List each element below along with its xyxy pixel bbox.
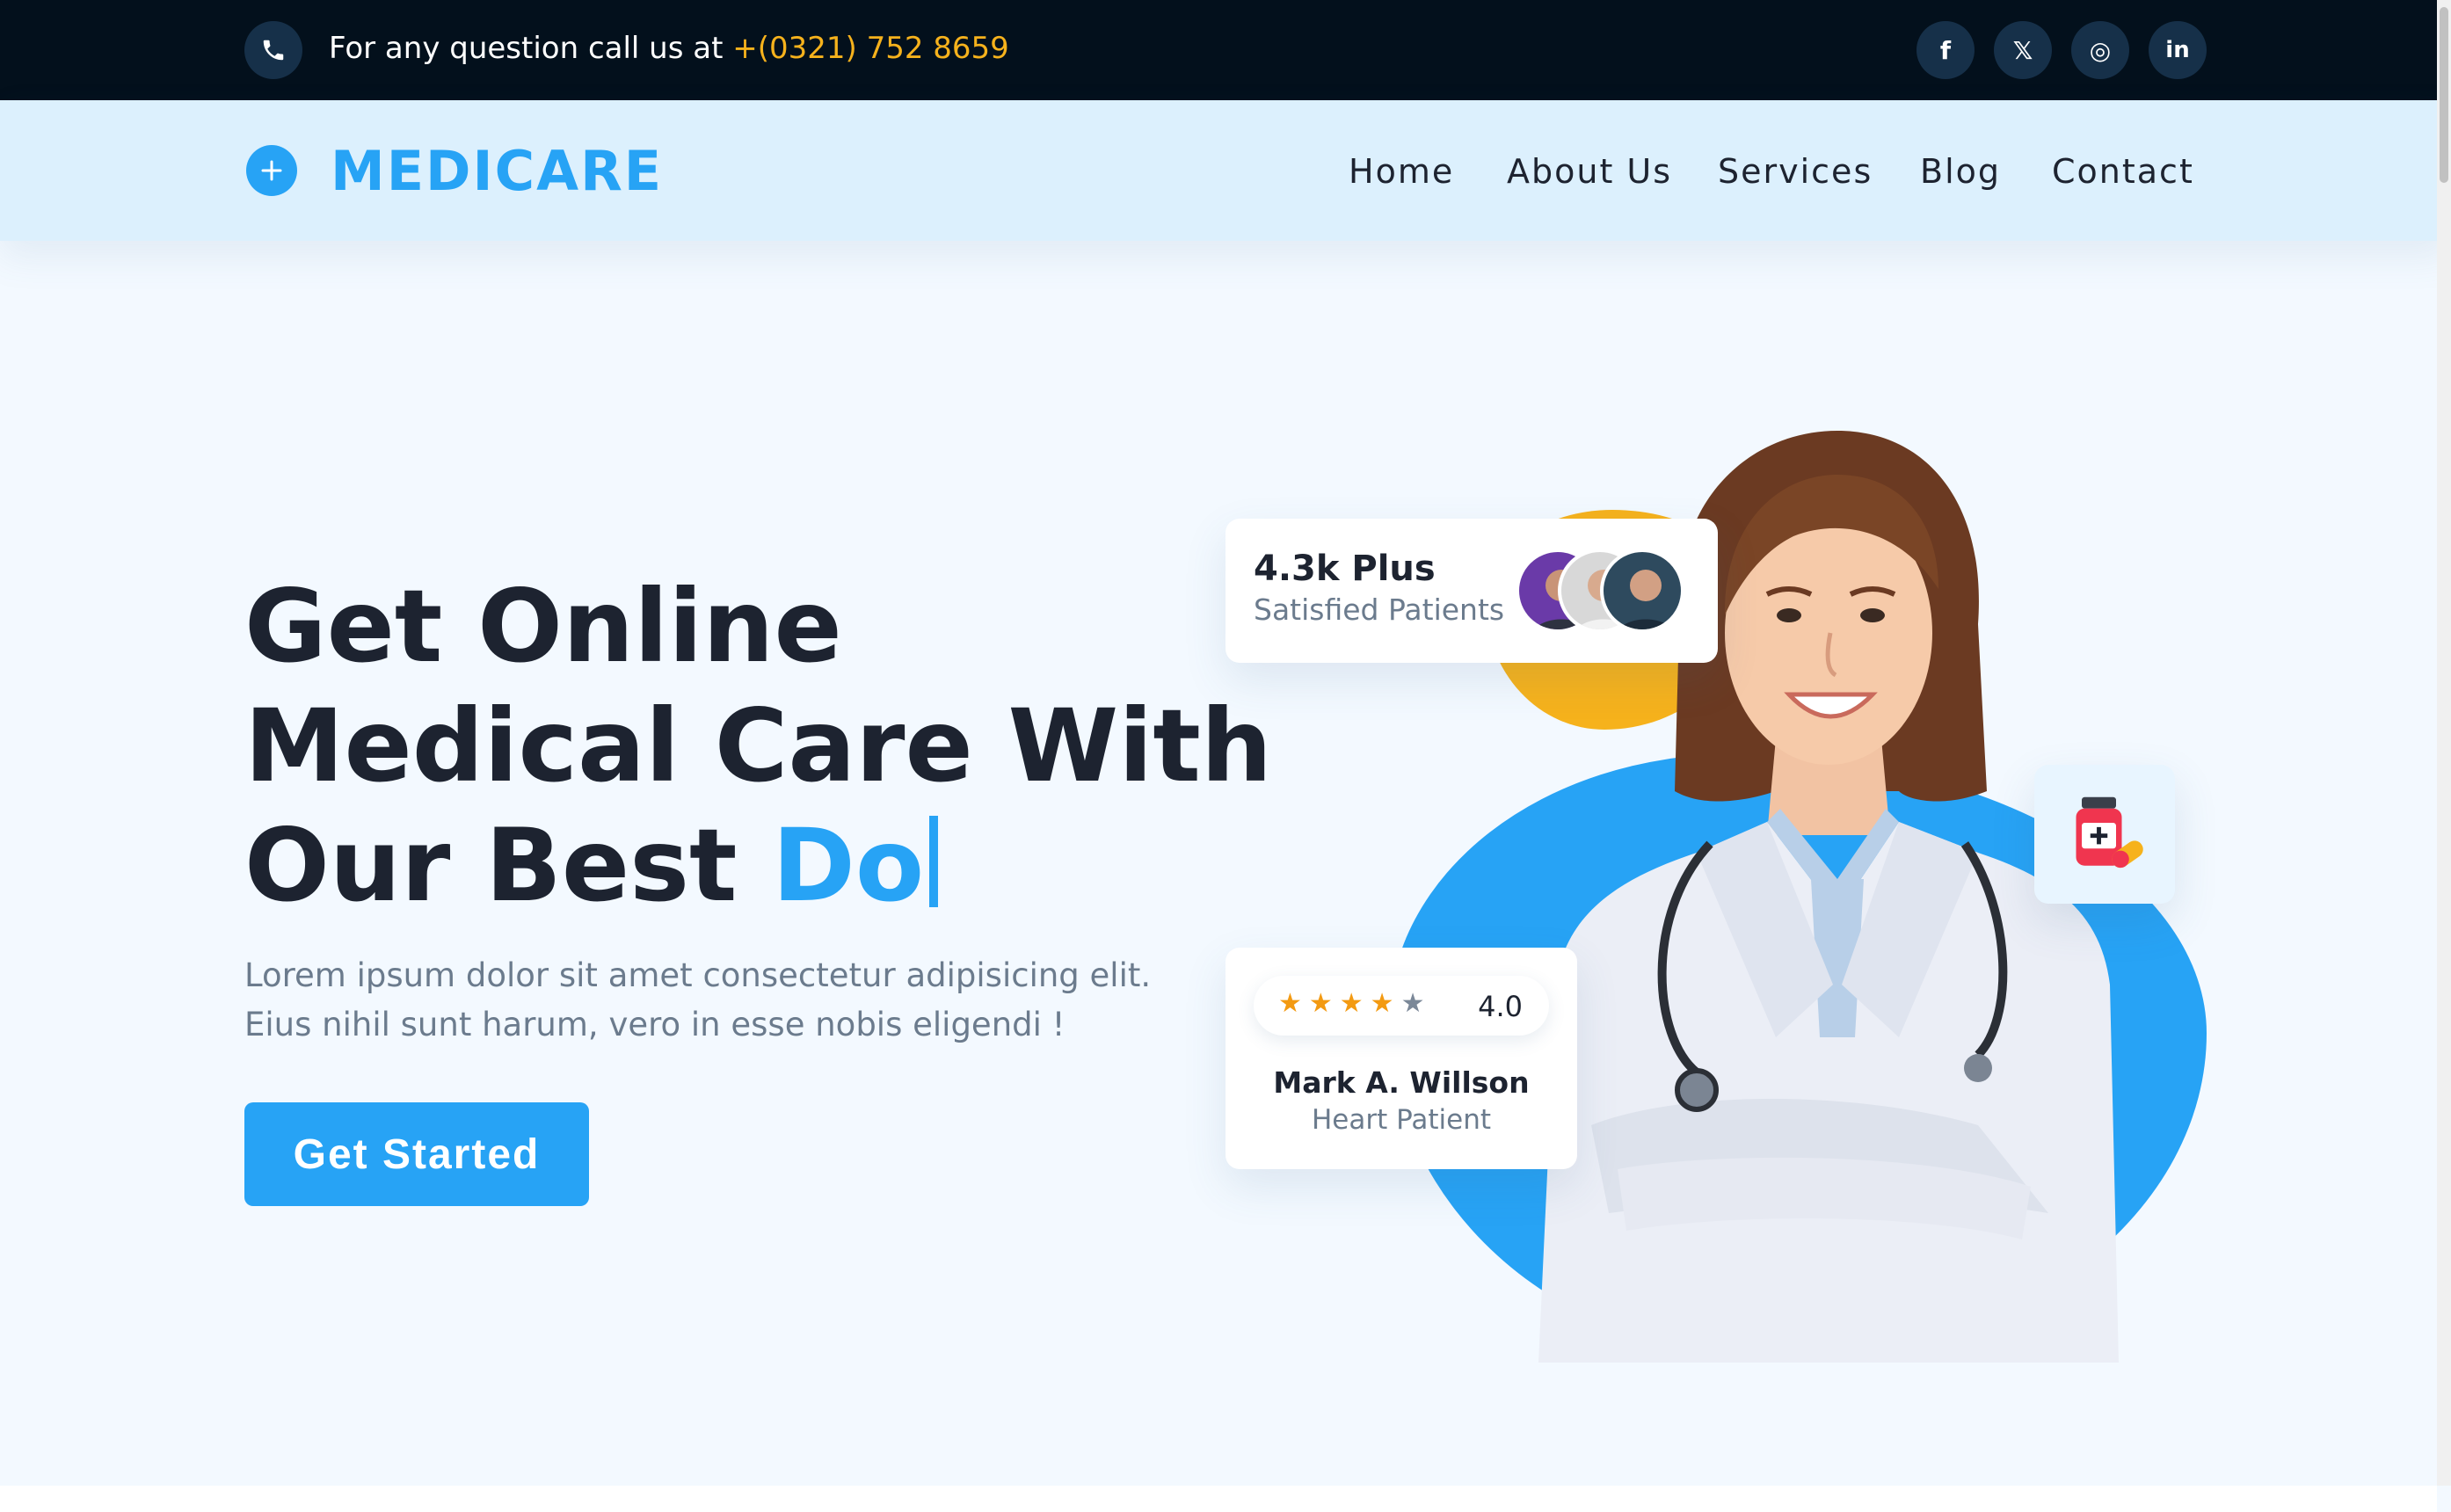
hero-description: Lorem ipsum dolor sit amet consectetur a… [244,956,1152,1043]
satisfied-patients-card: 4.3k Plus Satisfied Patients [1226,519,1718,663]
top-bar: For any question call us at +(0321) 752 … [0,0,2451,100]
hero-title-line2: Medical Care With [244,687,1273,804]
phone-number-link[interactable]: +(0321) 752 8659 [732,31,1009,66]
reviewer-name: Mark A. Willson [1273,1065,1530,1100]
hero-title-line1: Get Online [244,568,842,685]
medicine-bottle-icon [2076,796,2143,869]
scrollbar-thumb[interactable] [2440,7,2448,183]
hero-title: Get Online Medical Care With Our Best Do [244,567,1272,926]
rating-pill: ★★★★★ 4.0 [1254,976,1549,1036]
brand-logo[interactable]: MEDICARE [331,139,663,203]
patients-label: Satisfied Patients [1254,592,1505,627]
nav-about-us[interactable]: About Us [1507,152,1672,191]
plus-circle-icon[interactable] [246,145,297,196]
scrollbar[interactable] [2437,0,2451,1486]
facebook-icon[interactable]: f [1916,21,1975,79]
review-card: ★★★★★ 4.0 Mark A. Willson Heart Patient [1226,948,1577,1169]
instagram-icon[interactable]: ◎ [2071,21,2129,79]
linkedin-icon[interactable]: in [2149,21,2207,79]
nav-services[interactable]: Services [1718,152,1873,191]
hero-title-line3: Our Best [244,807,773,924]
section-divider [0,1486,2437,1512]
rating-value: 4.0 [1478,990,1523,1023]
phone-icon[interactable] [244,21,302,79]
patients-count: 4.3k Plus [1254,549,1436,589]
medicine-card [2034,765,2175,904]
call-prefix: For any question call us at [329,31,733,66]
avatar [1600,549,1684,633]
star-rating-icon: ★★★★★ [1278,988,1432,1019]
nav-home[interactable]: Home [1349,152,1454,191]
call-us-text: For any question call us at +(0321) 752 … [329,31,1009,66]
nav-blog[interactable]: Blog [1920,152,2001,191]
typing-cursor [929,816,939,907]
reviewer-role: Heart Patient [1311,1104,1492,1136]
hero-title-typed: Do [772,807,925,924]
nav-contact[interactable]: Contact [2052,152,2194,191]
get-started-button[interactable]: Get Started [244,1102,589,1206]
x-icon[interactable]: 𝕏 [1994,21,2052,79]
